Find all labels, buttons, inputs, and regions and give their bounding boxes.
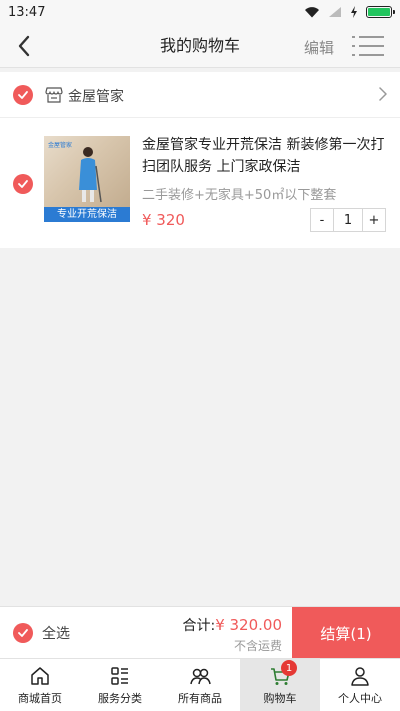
product-price: ¥ 320 bbox=[142, 211, 185, 229]
cleaner-figure bbox=[79, 147, 102, 203]
edit-button[interactable]: 编辑 bbox=[304, 37, 334, 58]
quantity-value[interactable]: 1 bbox=[333, 209, 363, 231]
check-icon bbox=[18, 629, 28, 637]
cart-badge: 1 bbox=[281, 660, 297, 676]
store-icon bbox=[45, 87, 63, 103]
select-all-label[interactable]: 全选 bbox=[42, 623, 70, 643]
person-icon bbox=[351, 667, 369, 686]
total-line: 合计:¥ 320.00 bbox=[182, 615, 282, 635]
product-image-banner: 专业开荒保洁 bbox=[44, 207, 130, 222]
tab-label: 购物车 bbox=[263, 692, 297, 705]
shipping-note: 不含运费 bbox=[233, 639, 282, 653]
tab-cart[interactable]: 1 购物车 bbox=[240, 659, 320, 711]
home-icon bbox=[31, 667, 49, 685]
battery-icon bbox=[366, 6, 395, 18]
total-amount: ¥ 320.00 bbox=[215, 616, 282, 634]
product-spec: 二手装修+无家具+50㎡以下整套 bbox=[142, 188, 337, 203]
status-icons bbox=[304, 6, 395, 18]
tab-label: 所有商品 bbox=[178, 692, 222, 705]
back-button[interactable] bbox=[10, 32, 38, 60]
tab-bar: 商城首页 服务分类 所有商品 1 购物车 个人中心 bbox=[0, 658, 400, 711]
settle-button[interactable]: 结算(1) bbox=[292, 607, 400, 659]
tab-label: 个人中心 bbox=[338, 692, 382, 705]
shop-card: 金屋管家 金屋管家 专业开荒保洁 金屋管家专业开荒保洁 新装修第一次打扫团队服务… bbox=[0, 72, 400, 248]
decrease-button[interactable]: - bbox=[311, 209, 333, 231]
status-time: 13:47 bbox=[8, 4, 46, 20]
menu-icon[interactable] bbox=[352, 33, 384, 59]
users-icon bbox=[190, 668, 211, 685]
charging-icon bbox=[351, 6, 357, 18]
quantity-stepper: - 1 + bbox=[310, 208, 386, 232]
tab-home[interactable]: 商城首页 bbox=[0, 659, 80, 711]
shop-checkbox[interactable] bbox=[13, 85, 33, 105]
navbar: 我的购物车 编辑 bbox=[0, 24, 400, 68]
wifi-icon bbox=[305, 7, 319, 18]
tab-profile[interactable]: 个人中心 bbox=[320, 659, 400, 711]
shop-name: 金屋管家 bbox=[68, 89, 124, 105]
tab-label: 商城首页 bbox=[18, 692, 62, 705]
product-image-logo: 金屋管家 bbox=[48, 142, 73, 149]
check-icon bbox=[18, 91, 28, 99]
chevron-right-icon bbox=[379, 87, 387, 101]
chevron-left-icon bbox=[18, 35, 30, 57]
tab-label: 服务分类 bbox=[98, 692, 142, 705]
product-title[interactable]: 金屋管家专业开荒保洁 新装修第一次打扫团队服务 上门家政保洁 bbox=[142, 134, 390, 178]
tab-category[interactable]: 服务分类 bbox=[80, 659, 160, 711]
check-icon bbox=[18, 180, 28, 188]
signal-icon bbox=[329, 7, 341, 17]
shop-header[interactable]: 金屋管家 bbox=[0, 72, 400, 118]
item-checkbox[interactable] bbox=[13, 174, 33, 194]
category-icon bbox=[111, 667, 128, 685]
increase-button[interactable]: + bbox=[363, 209, 385, 231]
select-all-checkbox[interactable] bbox=[13, 623, 33, 643]
status-bar: 13:47 bbox=[0, 0, 400, 24]
tab-all-products[interactable]: 所有商品 bbox=[160, 659, 240, 711]
page-title: 我的购物车 bbox=[159, 36, 240, 55]
total-label: 合计: bbox=[182, 618, 216, 634]
checkout-bar: 全选 合计:¥ 320.00 不含运费 结算(1) bbox=[0, 606, 400, 659]
product-image[interactable]: 金屋管家 专业开荒保洁 bbox=[44, 136, 130, 222]
